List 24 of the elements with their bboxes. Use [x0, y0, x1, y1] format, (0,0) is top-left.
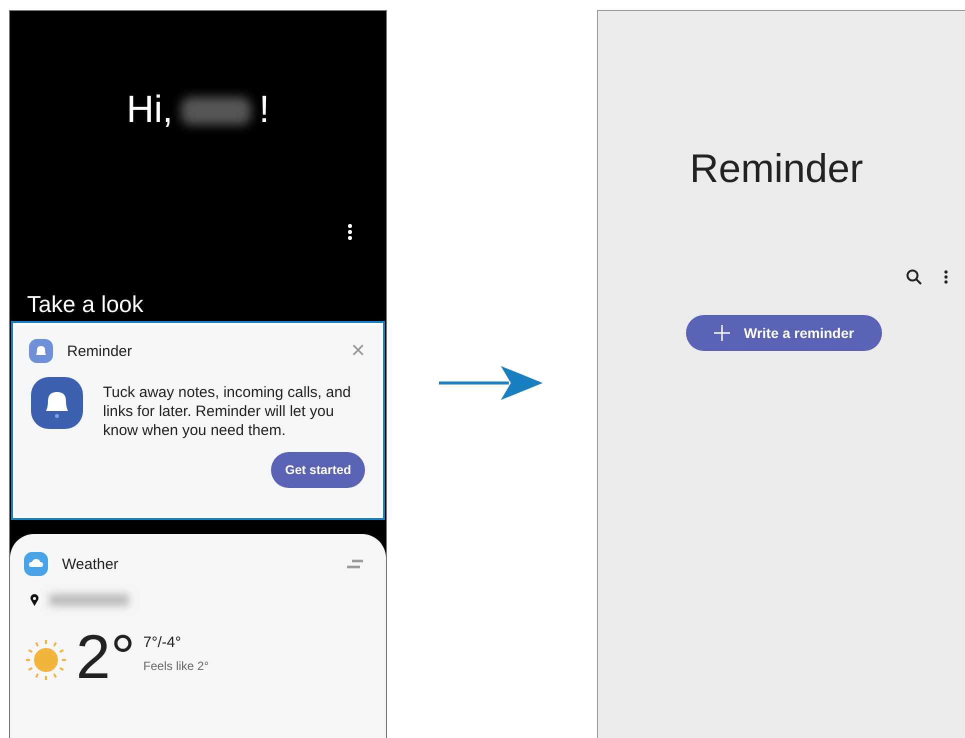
- get-started-button[interactable]: Get started: [271, 452, 366, 488]
- screen-title: Reminder: [688, 147, 864, 192]
- location-pin-icon: [30, 594, 39, 606]
- bell-icon: [29, 339, 53, 363]
- drag-handle-icon[interactable]: [346, 559, 364, 569]
- sun-icon: [24, 638, 68, 682]
- card-title: Reminder: [67, 342, 134, 360]
- blurred-name: [181, 96, 251, 124]
- cloud-icon: [24, 552, 48, 576]
- more-options-icon[interactable]: [944, 270, 948, 284]
- feels-like-text: Feels like 2°: [143, 659, 209, 673]
- high-low-text: 7°/-4°: [143, 634, 182, 651]
- search-icon[interactable]: [906, 269, 922, 285]
- greeting-text: !: [259, 89, 270, 132]
- temperature-text: 2°: [76, 628, 136, 688]
- description-text: Tuck away notes, incoming calls, and links for later. Reminder will let you know when you need them.: [103, 383, 352, 440]
- bell-icon: [31, 377, 83, 429]
- plus-icon: [714, 325, 730, 341]
- section-title: Take a look: [27, 291, 144, 319]
- greeting-text: Hi,: [126, 89, 173, 132]
- more-options-icon[interactable]: [347, 223, 354, 241]
- card-title: Weather: [62, 556, 120, 572]
- arrow-icon: [439, 366, 543, 400]
- write-reminder-button[interactable]: Write a reminder: [686, 315, 882, 351]
